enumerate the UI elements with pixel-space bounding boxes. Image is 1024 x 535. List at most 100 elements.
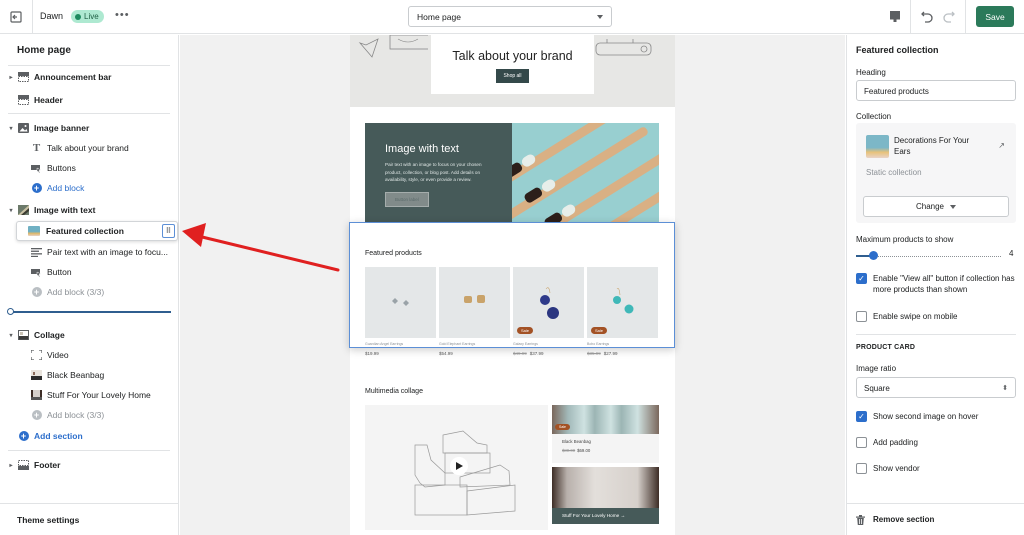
chevron-down-icon[interactable]: ▾ <box>7 125 15 132</box>
text-icon: T <box>32 142 41 154</box>
external-link-icon[interactable]: ↗ <box>998 141 1005 150</box>
sidebar-item-label: Footer <box>34 460 61 470</box>
checkbox[interactable]: ✓ <box>856 273 867 284</box>
sidebar-item-label: Featured collection <box>46 226 124 236</box>
featured-title: Featured products <box>365 250 422 257</box>
collage-product-card[interactable]: Sale Black Beanbag $80.00 $69.00 <box>552 405 659 463</box>
play-button[interactable] <box>450 457 468 475</box>
chevron-right-icon[interactable]: ▸ <box>7 462 15 469</box>
undo-button[interactable] <box>920 9 934 25</box>
collage-collection-image <box>552 467 659 508</box>
chevron-down-icon <box>597 14 603 19</box>
collage-collection-link[interactable]: Stuff For Your Lovely Home → <box>552 508 659 524</box>
announcement-bar-icon <box>18 72 29 82</box>
top-bar: Dawn Live ••• Home page Save <box>0 0 1024 34</box>
chevron-right-icon[interactable]: ▸ <box>7 74 15 81</box>
add-section-button[interactable]: + Add section <box>0 427 179 445</box>
product-image <box>464 295 485 303</box>
view-all-label: Enable "View all" button if collection h… <box>873 274 1015 294</box>
more-actions-button[interactable]: ••• <box>115 9 130 21</box>
collage-product-price: $80.00 $69.00 <box>562 448 591 453</box>
change-collection-button[interactable]: Change <box>863 196 1009 217</box>
featured-collection-section-dragging[interactable]: Featured products Guardian Angel Earring… <box>349 222 675 348</box>
sidebar-block-stuff-for-home[interactable]: Stuff For Your Lovely Home <box>0 386 179 404</box>
checkbox[interactable] <box>856 463 867 474</box>
heading-label: Heading <box>856 68 886 77</box>
trash-icon <box>856 514 865 525</box>
sidebar-block-black-beanbag[interactable]: Black Beanbag <box>0 366 179 384</box>
banner-illustration <box>358 35 428 58</box>
theme-settings-button[interactable]: Theme settings <box>0 503 179 535</box>
sidebar-block-button[interactable]: Button <box>0 263 179 281</box>
chevron-down-icon[interactable]: ▾ <box>7 332 15 339</box>
page-selector[interactable]: Home page <box>408 6 612 27</box>
sidebar-item-footer[interactable]: ▸ Footer <box>0 456 179 474</box>
product-card-heading: PRODUCT CARD <box>856 344 916 351</box>
sidebar-block-paragraph[interactable]: Pair text with an image to focu... <box>0 243 179 261</box>
dragging-item-featured-collection[interactable]: Featured collection ⠿ <box>16 221 178 241</box>
desktop-icon <box>890 11 900 22</box>
remove-section-button[interactable]: Remove section <box>847 503 1024 535</box>
collage-product-image: Sale <box>552 405 659 434</box>
theme-name: Dawn <box>40 11 64 21</box>
slider-thumb[interactable] <box>869 251 879 260</box>
product-card[interactable]: Gold Elephant Earrings <box>439 267 510 346</box>
product-name: Galaxy Earrings <box>513 342 538 346</box>
checkbox[interactable] <box>856 311 867 322</box>
banner-shop-all-button[interactable]: Shop all <box>496 69 529 83</box>
collage-collection-card[interactable]: Stuff For Your Lovely Home → <box>552 467 659 524</box>
collection-type: Static collection <box>866 168 922 177</box>
redo-icon <box>943 11 955 23</box>
image-ratio-select[interactable]: Square ⬍ <box>856 377 1016 398</box>
second-image-option[interactable]: ✓ Show second image on hover <box>856 411 1018 422</box>
image-with-text-section[interactable]: Image with text Pair text with an image … <box>365 123 659 234</box>
sidebar-item-label: Pair text with an image to focu... <box>47 247 168 257</box>
sidebar-item-image-banner[interactable]: ▾ Image banner <box>0 119 179 137</box>
sidebar-item-label: Stuff For Your Lovely Home <box>47 390 151 400</box>
collage-video[interactable] <box>365 405 548 530</box>
view-all-option[interactable]: ✓ Enable "View all" button if collection… <box>856 273 1018 295</box>
save-button[interactable]: Save <box>976 6 1014 27</box>
image-banner-section[interactable]: Talk about your brand Shop all <box>350 35 675 107</box>
sidebar-item-header[interactable]: Header <box>0 91 179 109</box>
product-image <box>392 298 409 306</box>
heading-input[interactable]: Featured products <box>856 80 1016 101</box>
sidebar-item-collage[interactable]: ▾ Collage <box>0 326 179 344</box>
chevron-down-icon[interactable]: ▾ <box>7 207 15 214</box>
product-price: $19.99 <box>365 351 379 356</box>
settings-title: Featured collection <box>856 45 939 55</box>
second-image-label: Show second image on hover <box>873 412 979 421</box>
swipe-mobile-option[interactable]: Enable swipe on mobile <box>856 311 1018 322</box>
padding-label: Add padding <box>873 438 918 447</box>
product-card[interactable]: Sale Boho Earrings <box>587 267 658 346</box>
live-badge-label: Live <box>84 12 99 21</box>
redo-button[interactable] <box>942 9 956 25</box>
checkbox[interactable]: ✓ <box>856 411 867 422</box>
product-icon <box>31 370 42 380</box>
exit-icon <box>10 11 22 23</box>
sidebar-item-label: Image with text <box>34 205 96 215</box>
sidebar-item-label: Video <box>47 350 69 360</box>
product-card[interactable]: Sale Galaxy Earrings <box>513 267 584 346</box>
iwt-button[interactable]: Button label <box>385 191 429 207</box>
sidebar-block-talk-about-brand[interactable]: T Talk about your brand <box>0 139 179 157</box>
add-padding-option[interactable]: Add padding <box>856 437 1018 448</box>
show-vendor-option[interactable]: Show vendor <box>856 463 1018 474</box>
sidebar-item-label: Black Beanbag <box>47 370 105 380</box>
toolbar-divider <box>910 0 911 34</box>
sidebar-block-video[interactable]: Video <box>0 346 179 364</box>
image-ratio-label: Image ratio <box>856 364 897 373</box>
sidebar-item-announcement-bar[interactable]: ▸ Announcement bar <box>0 68 179 86</box>
max-products-slider[interactable] <box>856 251 1001 260</box>
exit-button[interactable] <box>0 0 33 34</box>
sidebar-block-buttons[interactable]: Buttons <box>0 159 179 177</box>
sidebar-item-image-with-text[interactable]: ▾ Image with text <box>0 201 179 219</box>
checkbox[interactable] <box>856 437 867 448</box>
compare-price: $35.99 <box>587 351 601 356</box>
page-selector-value: Home page <box>417 11 461 22</box>
drag-handle-icon[interactable]: ⠿ <box>162 224 175 238</box>
product-card[interactable]: Guardian Angel Earrings <box>365 267 436 346</box>
preview-canvas: Talk about your brand Shop all Image wit… <box>180 35 845 535</box>
device-preview-button[interactable] <box>888 9 904 25</box>
add-block-button[interactable]: + Add block <box>0 179 179 197</box>
